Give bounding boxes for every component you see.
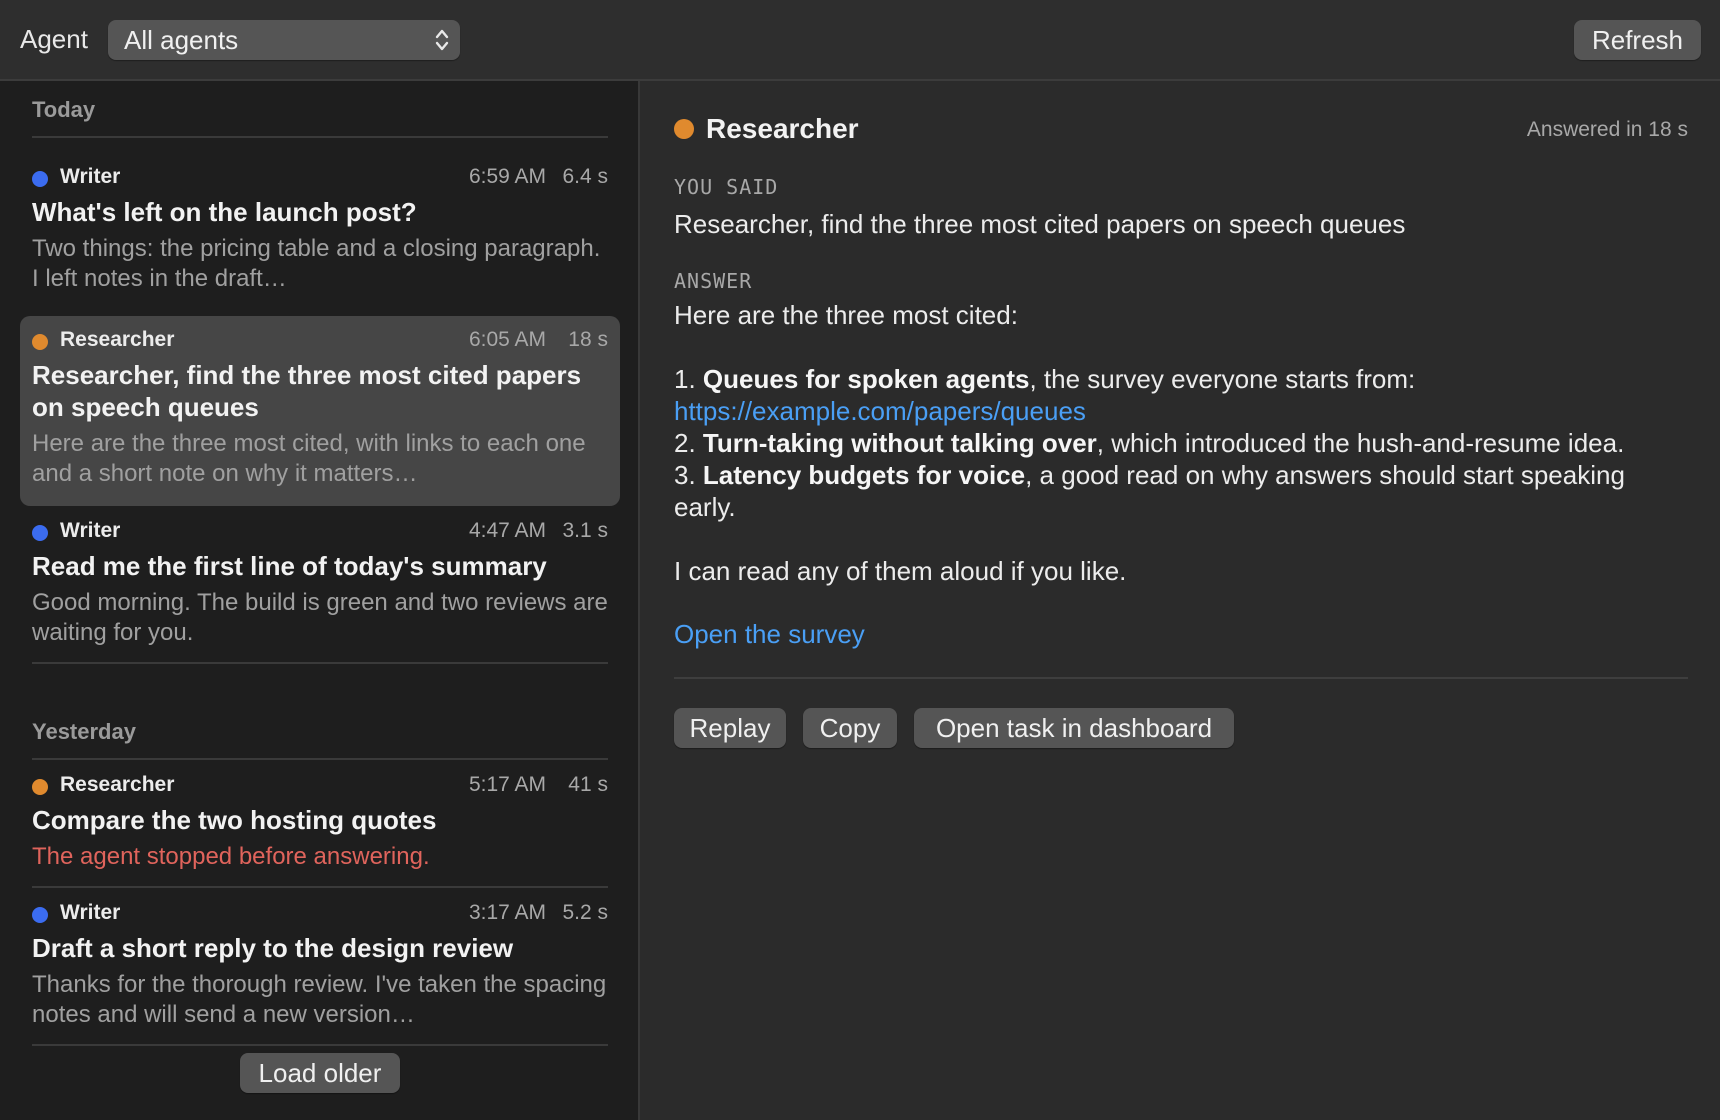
answer-outro: I can read any of them aloud if you like… bbox=[674, 556, 1127, 586]
list-item-title: Draft a short reply to the design review bbox=[32, 933, 514, 963]
divider bbox=[32, 662, 608, 664]
list-item-time: 5:17 AM bbox=[468, 773, 546, 796]
list-item-time: 3:17 AM bbox=[468, 901, 546, 924]
list-item-preview: Here are the three most cited, with link… bbox=[32, 430, 586, 487]
list-item[interactable]: Researcher 5:17 AM 41 s Compare the two … bbox=[20, 763, 620, 871]
answer-caption: ANSWER bbox=[674, 269, 753, 293]
writer-status-dot bbox=[32, 525, 48, 541]
list-item-agent: Writer bbox=[60, 165, 121, 188]
open-survey-link[interactable]: Open the survey bbox=[674, 619, 865, 650]
section-header-today: Today bbox=[32, 97, 96, 122]
agent-filter-value: All agents bbox=[124, 25, 239, 55]
toolbar: Agent All agents Refresh bbox=[0, 0, 1720, 81]
divider bbox=[32, 886, 608, 888]
paper-title: Latency budgets for voice bbox=[702, 460, 1026, 490]
refresh-button[interactable]: Refresh bbox=[1574, 20, 1701, 60]
paper-title: Queues for spoken agents bbox=[702, 364, 1030, 394]
history-list: Today Writer 6:59 AM 6.4 s What's left o… bbox=[0, 81, 640, 1120]
researcher-status-dot bbox=[32, 334, 48, 350]
you-said-caption: YOU SAID bbox=[674, 175, 779, 199]
divider bbox=[32, 1044, 608, 1046]
list-item-duration: 5.2 s bbox=[562, 901, 608, 924]
copy-button[interactable]: Copy bbox=[803, 708, 897, 748]
list-item-preview: Thanks for the thorough review. I've tak… bbox=[32, 971, 607, 1028]
list-item-title: Read me the first line of today's summar… bbox=[32, 551, 547, 581]
list-item-duration: 3.1 s bbox=[562, 519, 608, 542]
replay-button[interactable]: Replay bbox=[674, 708, 786, 748]
agent-filter-label: Agent bbox=[20, 24, 88, 54]
divider bbox=[32, 136, 608, 138]
load-older-button[interactable]: Load older bbox=[240, 1053, 400, 1093]
list-item-preview: Two things: the pricing table and a clos… bbox=[32, 235, 601, 292]
detail-agent-name: Researcher bbox=[706, 113, 859, 144]
list-item-preview: Good morning. The build is green and two… bbox=[32, 589, 608, 646]
researcher-status-dot bbox=[32, 779, 48, 795]
list-item-title: Researcher, find the three most cited pa… bbox=[32, 360, 582, 422]
detail-panel: Researcher Answered in 18 s YOU SAID Res… bbox=[642, 81, 1720, 1120]
list-item-duration: 41 s bbox=[568, 773, 608, 796]
answered-in-label: Answered in 18 s bbox=[1526, 118, 1688, 141]
answer-item-3: 3. Latency budgets for voice, a good rea… bbox=[674, 460, 1625, 522]
section-header-yesterday: Yesterday bbox=[32, 719, 136, 744]
list-item-time: 6:59 AM bbox=[468, 165, 546, 188]
list-item-duration: 6.4 s bbox=[562, 165, 608, 188]
divider bbox=[32, 758, 608, 760]
writer-status-dot bbox=[32, 171, 48, 187]
researcher-status-dot bbox=[674, 119, 694, 139]
list-item-agent: Writer bbox=[60, 519, 121, 542]
divider bbox=[674, 677, 1688, 679]
list-item-error-text: The agent stopped before answering. bbox=[32, 843, 430, 870]
list-item-selected[interactable]: Researcher 6:05 AM 18 s Researcher, find… bbox=[20, 316, 620, 506]
list-item-time: 4:47 AM bbox=[468, 519, 546, 542]
list-item[interactable]: Writer 4:47 AM 3.1 s Read me the first l… bbox=[20, 510, 620, 646]
list-item-agent: Writer bbox=[60, 901, 121, 924]
paper-link[interactable]: https://example.com/papers/queues bbox=[674, 396, 1086, 426]
writer-status-dot bbox=[32, 907, 48, 923]
list-item-duration: 18 s bbox=[568, 328, 608, 351]
list-item-agent: Researcher bbox=[60, 773, 175, 796]
list-item[interactable]: Writer 6:59 AM 6.4 s What's left on the … bbox=[20, 156, 620, 294]
list-item-title: What's left on the launch post? bbox=[32, 197, 417, 227]
paper-title: Turn-taking without talking over bbox=[702, 428, 1097, 458]
list-item-agent: Researcher bbox=[60, 328, 175, 351]
list-item-title: Compare the two hosting quotes bbox=[32, 805, 437, 835]
answer-intro: Here are the three most cited: bbox=[674, 300, 1018, 330]
answer-body: Here are the three most cited: 1. Queues… bbox=[674, 299, 1684, 587]
you-said-text: Researcher, find the three most cited pa… bbox=[674, 209, 1406, 239]
answer-item-2: 2. Turn-taking without talking over, whi… bbox=[674, 428, 1625, 458]
list-item-time: 6:05 AM bbox=[468, 328, 546, 351]
agent-filter-select[interactable]: All agents bbox=[108, 20, 460, 60]
up-down-chevron-icon bbox=[435, 29, 449, 51]
answer-item-1: 1. Queues for spoken agents, the survey … bbox=[674, 364, 1416, 426]
open-task-in-dashboard-button[interactable]: Open task in dashboard bbox=[914, 708, 1234, 748]
list-item[interactable]: Writer 3:17 AM 5.2 s Draft a short reply… bbox=[20, 891, 620, 1031]
